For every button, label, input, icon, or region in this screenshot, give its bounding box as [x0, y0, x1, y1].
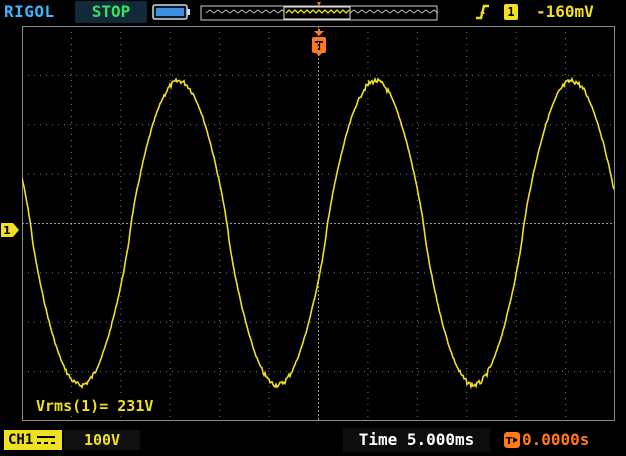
svg-text:T: T: [506, 436, 513, 447]
memory-timeline-bar[interactable]: [200, 2, 438, 22]
battery-icon: [152, 4, 190, 20]
horizontal-timebase[interactable]: Time 5.000ms: [343, 428, 490, 452]
vrms-measurement: Vrms(1)= 231V: [34, 396, 156, 416]
trigger-level: -160mV: [536, 2, 594, 21]
channel-marker-label: 1: [3, 224, 11, 237]
brand-label: RIGOL: [4, 2, 55, 21]
channel-1-waveform-trace: [22, 76, 615, 390]
dc-coupling-icon: [37, 436, 55, 444]
trigger-offset-value: 0.0000s: [522, 430, 590, 449]
rising-edge-icon: [476, 4, 489, 20]
waveform-display-grid[interactable]: [22, 26, 615, 421]
vertical-scale[interactable]: 100V: [64, 430, 140, 450]
channel-badge-label: CH1: [8, 432, 34, 448]
channel-1-offset-marker[interactable]: 1: [0, 222, 20, 238]
channel-1-badge[interactable]: CH1: [4, 430, 62, 450]
trigger-source-badge: 1: [504, 4, 518, 20]
top-status-bar: RIGOL STOP 1 -160mV: [0, 0, 626, 26]
waveform-plot: [22, 26, 615, 421]
trigger-offset-icon: T: [504, 432, 520, 448]
trigger-time-offset[interactable]: T 0.0000s: [500, 428, 624, 452]
trigger-settings[interactable]: 1 -160mV: [466, 1, 624, 23]
run-status-button[interactable]: STOP: [75, 1, 147, 23]
bottom-status-bar: CH1 100V Time 5.000ms T 0.0000s: [0, 426, 626, 456]
